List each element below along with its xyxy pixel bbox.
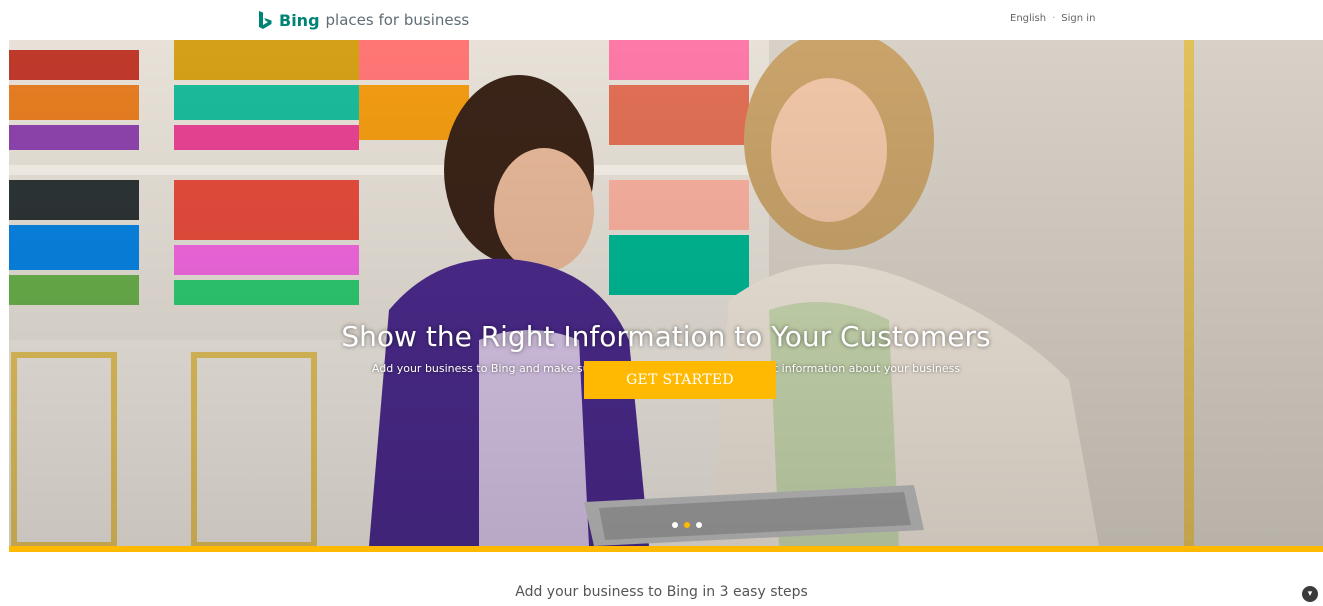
chevron-down-icon[interactable]: ▾ bbox=[1302, 586, 1318, 602]
brand-name: Bing bbox=[279, 10, 320, 30]
bing-places-logo[interactable]: Bing places for business bbox=[257, 8, 469, 32]
brand-tagline: places for business bbox=[325, 11, 470, 29]
bing-logo-icon bbox=[259, 11, 272, 29]
language-selector[interactable]: English bbox=[1010, 13, 1046, 24]
carousel-dot-2[interactable] bbox=[684, 522, 690, 528]
carousel-dot-3[interactable] bbox=[696, 522, 702, 528]
header: Bing places for business English · Sign … bbox=[0, 0, 1323, 40]
accent-divider bbox=[9, 546, 1323, 552]
carousel-dot-1[interactable] bbox=[672, 522, 678, 528]
carousel-indicators bbox=[672, 522, 702, 528]
sign-in-link[interactable]: Sign in bbox=[1061, 13, 1095, 24]
steps-heading: Add your business to Bing in 3 easy step… bbox=[515, 584, 808, 600]
hero-image bbox=[9, 40, 1323, 546]
hero-banner: Show the Right Information to Your Custo… bbox=[9, 40, 1323, 546]
top-nav: English · Sign in bbox=[1010, 13, 1095, 24]
nav-separator: · bbox=[1052, 13, 1056, 24]
hero-title: Show the Right Information to Your Custo… bbox=[341, 320, 991, 353]
get-started-button[interactable]: GET STARTED bbox=[584, 361, 776, 399]
